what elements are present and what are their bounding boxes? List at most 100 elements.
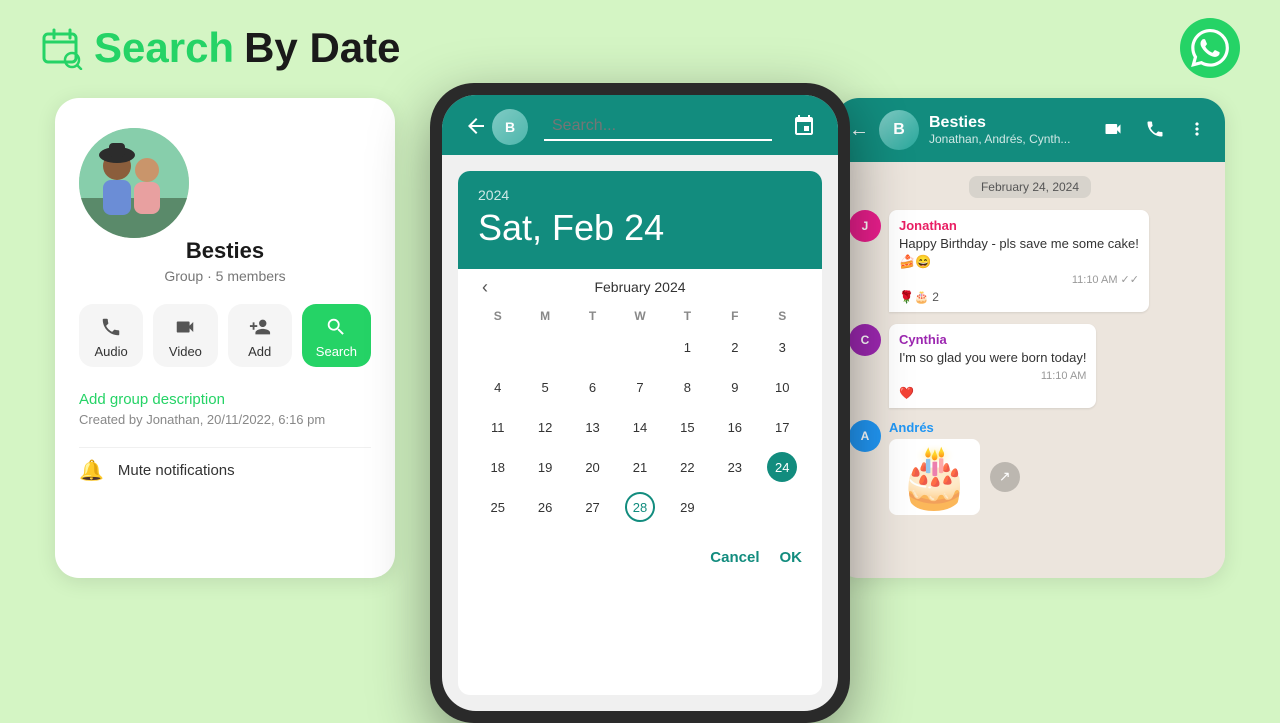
- calendar-day[interactable]: 17: [759, 407, 806, 447]
- day-header: T: [569, 305, 616, 327]
- calendar-day[interactable]: 24: [759, 447, 806, 487]
- calendar-day[interactable]: 25: [474, 487, 521, 527]
- video-label: Video: [169, 344, 202, 359]
- cynthia-bubble: Cynthia I'm so glad you were born today!…: [889, 324, 1096, 407]
- message-cynthia: C Cynthia I'm so glad you were born toda…: [849, 324, 1211, 407]
- calendar-day[interactable]: 20: [569, 447, 616, 487]
- voice-call-button[interactable]: [1141, 115, 1169, 146]
- calendar-day[interactable]: 6: [569, 367, 616, 407]
- calendar-day[interactable]: 29: [664, 487, 711, 527]
- chat-info: Besties Jonathan, Andrés, Cynth...: [929, 114, 1089, 146]
- andres-cake-bubble: 🎂: [889, 439, 980, 515]
- phone-top-bar: B: [442, 95, 838, 155]
- day-header: W: [616, 305, 663, 327]
- calendar-day[interactable]: 21: [616, 447, 663, 487]
- calendar-day[interactable]: 13: [569, 407, 616, 447]
- search-input[interactable]: [544, 113, 772, 141]
- day-header: M: [521, 305, 568, 327]
- calendar-day[interactable]: 22: [664, 447, 711, 487]
- cal-year: 2024: [478, 187, 802, 203]
- cynthia-reactions: ❤️: [899, 386, 1086, 400]
- mute-notifications-row[interactable]: 🔔 Mute notifications: [79, 458, 371, 483]
- jonathan-avatar: J: [849, 210, 881, 242]
- chat-group-name: Besties: [929, 114, 1089, 132]
- add-description-link[interactable]: Add group description: [79, 391, 371, 408]
- prev-month-button[interactable]: ‹: [474, 273, 496, 302]
- add-member-button[interactable]: Add: [228, 304, 292, 367]
- calendar-day[interactable]: 12: [521, 407, 568, 447]
- calendar-day: [711, 487, 758, 527]
- calendar-day[interactable]: 19: [521, 447, 568, 487]
- chat-action-icons: [1099, 115, 1211, 146]
- bell-icon: 🔔: [79, 458, 104, 483]
- search-label: Search: [316, 344, 357, 359]
- ok-button[interactable]: OK: [780, 549, 803, 566]
- back-arrow[interactable]: ←: [849, 119, 869, 142]
- jonathan-time: 11:10 AM ✓✓: [899, 273, 1139, 286]
- chat-messages: February 24, 2024 J Jonathan Happy Birth…: [835, 162, 1225, 578]
- calendar-header: 2024 Sat, Feb 24: [458, 171, 822, 269]
- message-jonathan: J Jonathan Happy Birthday - pls save me …: [849, 210, 1211, 312]
- chat-members-list: Jonathan, Andrés, Cynth...: [929, 132, 1089, 146]
- calendar-day[interactable]: 23: [711, 447, 758, 487]
- calendar-day[interactable]: 18: [474, 447, 521, 487]
- calendar-day[interactable]: 3: [759, 327, 806, 367]
- calendar-day[interactable]: 7: [616, 367, 663, 407]
- day-header: S: [759, 305, 806, 327]
- cynthia-time: 11:10 AM: [899, 370, 1086, 382]
- calendar-day: [616, 327, 663, 367]
- calendar-day[interactable]: 10: [759, 367, 806, 407]
- calendar-day[interactable]: 14: [616, 407, 663, 447]
- calendar-day: [759, 487, 806, 527]
- calendar-day: [474, 327, 521, 367]
- message-andres: A Andrés 🎂 ↗: [849, 420, 1211, 515]
- forward-button[interactable]: ↗: [990, 462, 1020, 492]
- calendar-day[interactable]: 27: [569, 487, 616, 527]
- calendar-actions: Cancel OK: [458, 537, 822, 582]
- jonathan-reactions: 🌹🎂 2: [899, 290, 1139, 304]
- video-button[interactable]: Video: [153, 304, 217, 367]
- chat-panel: ← B Besties Jonathan, Andrés, Cynth...: [835, 98, 1225, 578]
- chat-small-avatar: B: [492, 109, 528, 145]
- jonathan-bubble: Jonathan Happy Birthday - pls save me so…: [889, 210, 1149, 312]
- cancel-button[interactable]: Cancel: [710, 549, 759, 566]
- calendar-day[interactable]: 26: [521, 487, 568, 527]
- cynthia-sender: Cynthia: [899, 332, 1086, 347]
- cynthia-avatar: C: [849, 324, 881, 356]
- phone-shell: B 2024 Sat, Feb 24 ‹ Februar: [430, 83, 850, 723]
- back-button[interactable]: [460, 110, 492, 145]
- page-title: Search By Date: [40, 24, 401, 72]
- calendar-day[interactable]: 5: [521, 367, 568, 407]
- title-search: Search: [94, 24, 234, 72]
- created-by-text: Created by Jonathan, 20/11/2022, 6:16 pm: [79, 412, 371, 427]
- cake-emoji: 🎂: [897, 447, 972, 507]
- calendar-search-button[interactable]: [788, 110, 820, 145]
- calendar-day: [569, 327, 616, 367]
- calendar-day[interactable]: 2: [711, 327, 758, 367]
- calendar-day[interactable]: 28: [616, 487, 663, 527]
- calendar-day[interactable]: 9: [711, 367, 758, 407]
- calendar-day[interactable]: 15: [664, 407, 711, 447]
- group-avatar: [79, 128, 189, 238]
- calendar-day[interactable]: 8: [664, 367, 711, 407]
- jonathan-sender: Jonathan: [899, 218, 1139, 233]
- audio-label: Audio: [95, 344, 128, 359]
- calendar-day[interactable]: 11: [474, 407, 521, 447]
- whatsapp-logo: [1180, 18, 1240, 78]
- day-header: S: [474, 305, 521, 327]
- add-label: Add: [248, 344, 271, 359]
- calendar-day[interactable]: 16: [711, 407, 758, 447]
- chat-header: ← B Besties Jonathan, Andrés, Cynth...: [835, 98, 1225, 162]
- month-label: February 2024: [594, 279, 685, 295]
- page-header: Search By Date: [0, 0, 1280, 88]
- group-info-card: Besties Group · 5 members Audio Video Ad…: [55, 98, 395, 578]
- calendar-day[interactable]: 4: [474, 367, 521, 407]
- more-options-button[interactable]: [1183, 115, 1211, 146]
- audio-button[interactable]: Audio: [79, 304, 143, 367]
- calendar-search-icon: [40, 26, 84, 70]
- search-button[interactable]: Search: [302, 304, 371, 367]
- calendar-day: [521, 327, 568, 367]
- video-call-button[interactable]: [1099, 115, 1127, 146]
- calendar-day[interactable]: 1: [664, 327, 711, 367]
- month-navigation: ‹ February 2024: [474, 279, 806, 295]
